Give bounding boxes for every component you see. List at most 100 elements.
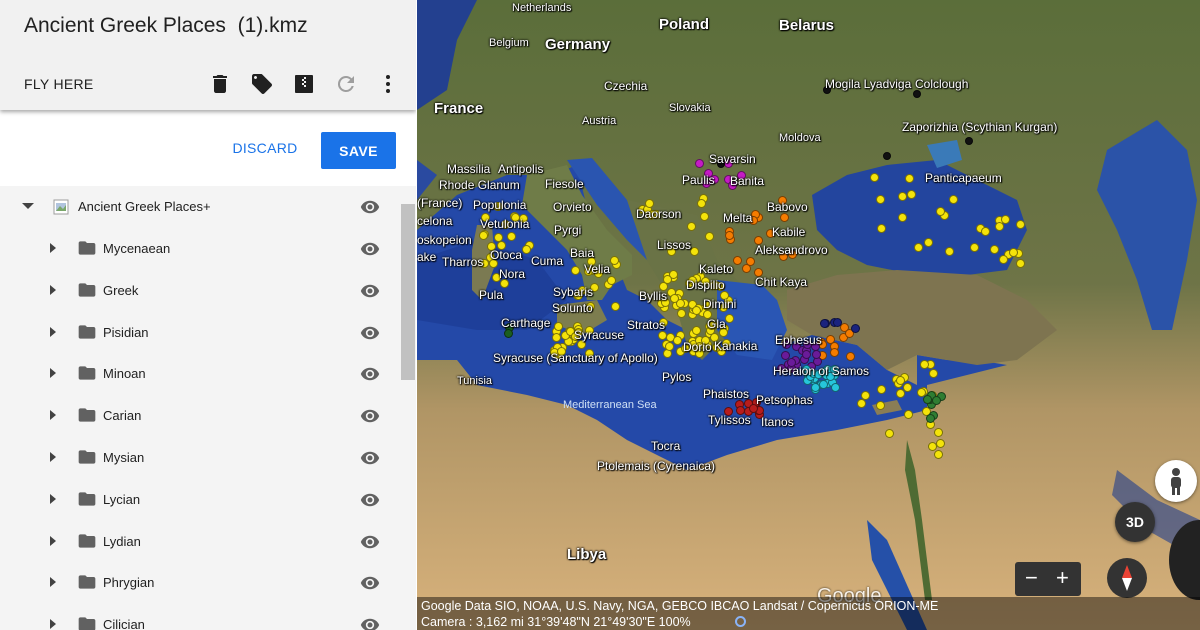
placemark-dot[interactable] [933, 427, 943, 437]
more-vert-icon[interactable] [376, 72, 400, 96]
placemark-label[interactable]: Syracuse [574, 328, 624, 342]
tree-folder-row[interactable]: Lycian [0, 479, 400, 521]
placemark-label[interactable]: Populonia [473, 198, 526, 212]
placemark-dot[interactable] [945, 246, 955, 256]
tree-scrollbar[interactable] [400, 186, 416, 630]
tree-folder-row[interactable]: Lydian [0, 521, 400, 563]
visibility-icon[interactable] [359, 323, 381, 343]
tree-root-row[interactable]: Ancient Greek Places+ [0, 186, 400, 228]
placemark-dot[interactable] [870, 172, 880, 182]
placemark-label[interactable]: Orvieto [553, 200, 592, 214]
visibility-icon[interactable] [359, 197, 381, 217]
placemark-label[interactable]: Otoca [490, 248, 522, 262]
placemark-dot[interactable] [745, 256, 755, 266]
placemark-dot[interactable] [554, 321, 564, 331]
expand-arrow-icon[interactable] [50, 368, 56, 379]
placemark-dot[interactable] [609, 256, 619, 266]
zoom-out-button[interactable]: − [1025, 565, 1038, 591]
placemark-dot[interactable] [1008, 248, 1018, 258]
placemark-dot[interactable] [932, 395, 942, 405]
placemark-dot[interactable] [689, 246, 699, 256]
visibility-icon[interactable] [359, 281, 381, 301]
placemark-dot[interactable] [913, 243, 923, 253]
placemark-dot[interactable] [691, 326, 701, 336]
placemark-label[interactable]: Daorson [636, 207, 681, 221]
placemark-label[interactable]: Kanakia [714, 339, 757, 353]
placemark-label[interactable]: Sybaris [553, 285, 593, 299]
placemark-label[interactable]: celona [417, 214, 452, 228]
visibility-icon[interactable] [359, 448, 381, 468]
delete-icon[interactable] [208, 72, 232, 96]
placemark-dot[interactable] [676, 309, 686, 319]
placemark-label[interactable]: Savarsin [709, 152, 756, 166]
placemark-label[interactable]: Banita [730, 174, 764, 188]
placemark-dot[interactable] [571, 265, 581, 275]
placemark-dot[interactable] [733, 255, 743, 265]
placemark-label[interactable]: Itanos [761, 415, 794, 429]
tree-folder-row[interactable]: Mysian [0, 437, 400, 479]
placemark-label[interactable]: Tocra [651, 439, 680, 453]
placemark-label[interactable]: Carthage [501, 316, 550, 330]
placemark-label[interactable]: Mogila Lyadviga [825, 77, 911, 91]
placemark-label[interactable]: Pyrgi [554, 223, 581, 237]
placemark-label[interactable]: oskopeion [417, 233, 472, 247]
placemark-dot[interactable] [478, 231, 488, 241]
expand-arrow-icon[interactable] [50, 410, 56, 421]
globe-map-view[interactable]: Netherlands Poland Belarus Belgium Germany Cz… [417, 0, 1200, 630]
label-icon[interactable] [250, 72, 274, 96]
placemark-label[interactable]: Dorio [683, 340, 712, 354]
refresh-icon[interactable] [334, 72, 358, 96]
tree-folder-row[interactable]: Pisidian [0, 312, 400, 354]
placemark-label[interactable]: Fiesole [545, 177, 584, 191]
placemark-dot[interactable] [896, 375, 906, 385]
expand-arrow-icon[interactable] [50, 619, 56, 630]
placemark-label[interactable]: Aleksandrovo [755, 243, 828, 257]
zoom-control[interactable]: − + [1015, 562, 1081, 596]
placemark-label[interactable]: Pula [479, 288, 503, 302]
placemark-dot[interactable] [833, 317, 843, 327]
placemark-label[interactable]: Byllis [639, 289, 667, 303]
tree-folder-row[interactable]: Carian [0, 395, 400, 437]
tree-folder-row[interactable]: Greek [0, 270, 400, 312]
placemark-dot[interactable] [779, 212, 789, 222]
discard-button[interactable]: DISCARD [225, 140, 305, 156]
compass-button[interactable] [1107, 558, 1147, 598]
visibility-icon[interactable] [359, 490, 381, 510]
placemark-label[interactable]: Baia [570, 246, 594, 260]
placemark-label[interactable]: Kabile [772, 225, 805, 239]
placemark-dot[interactable] [884, 428, 894, 438]
placemark-label[interactable]: Solunto [552, 301, 593, 315]
placemark-dot[interactable] [811, 350, 821, 360]
tree-folder-row[interactable]: Cilician [0, 604, 400, 630]
placemark-dot[interactable] [695, 158, 705, 168]
placemark-label[interactable]: Phaistos [703, 387, 749, 401]
street-view-pegman-button[interactable] [1155, 460, 1197, 502]
placemark-label[interactable]: Melta [723, 211, 752, 225]
placemark-dot[interactable] [850, 324, 860, 334]
placemark-label[interactable]: Ephesus [775, 333, 822, 347]
placemark-label[interactable]: Stratos [627, 318, 665, 332]
placemark-dot[interactable] [875, 195, 885, 205]
expand-arrow-icon[interactable] [50, 284, 56, 295]
placemark-dot[interactable] [980, 226, 990, 236]
expand-arrow-icon[interactable] [50, 577, 56, 588]
visibility-icon[interactable] [359, 406, 381, 426]
placemark-dot[interactable] [831, 382, 841, 392]
placemark-label[interactable]: Lissos [657, 238, 691, 252]
placemark-dot[interactable] [883, 152, 891, 160]
placemark-label[interactable]: Dispilio [686, 278, 725, 292]
placemark-dot[interactable] [503, 329, 513, 339]
placemark-dot[interactable] [876, 384, 886, 394]
placemark-dot[interactable] [686, 221, 696, 231]
expand-arrow-icon[interactable] [50, 493, 56, 504]
placemark-label[interactable]: Syracuse (Sanctuary of Apollo) [493, 351, 658, 365]
placemark-dot[interactable] [923, 394, 933, 404]
visibility-icon[interactable] [359, 239, 381, 259]
placemark-dot[interactable] [607, 275, 617, 285]
save-button[interactable]: SAVE [321, 132, 396, 169]
placemark-label[interactable]: Antipolis [498, 162, 543, 176]
placemark-dot[interactable] [876, 223, 886, 233]
scrollbar-thumb[interactable] [401, 204, 415, 380]
zoom-in-button[interactable]: + [1056, 565, 1069, 591]
placemark-label[interactable]: Paulis [682, 173, 715, 187]
